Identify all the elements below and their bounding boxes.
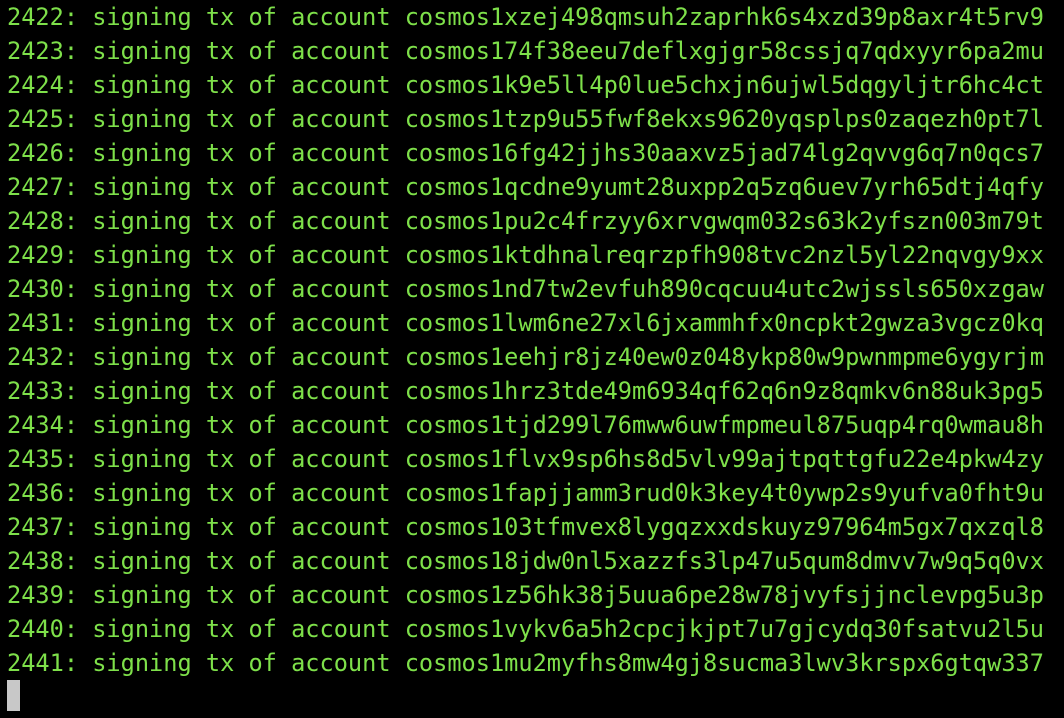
terminal-line: 2428: signing tx of account cosmos1pu2c4… — [7, 207, 1044, 235]
prompt-line[interactable] — [7, 680, 1064, 714]
terminal-line: 2431: signing tx of account cosmos1lwm6n… — [7, 309, 1044, 337]
terminal-line: 2435: signing tx of account cosmos1flvx9… — [7, 445, 1044, 473]
terminal-line: 2433: signing tx of account cosmos1hrz3t… — [7, 377, 1044, 405]
terminal-line: 2429: signing tx of account cosmos1ktdhn… — [7, 241, 1044, 269]
terminal-line: 2426: signing tx of account cosmos16fg42… — [7, 139, 1044, 167]
terminal-line: 2437: signing tx of account cosmos103tfm… — [7, 513, 1044, 541]
terminal-line: 2424: signing tx of account cosmos1k9e5l… — [7, 71, 1044, 99]
terminal-line: 2423: signing tx of account cosmos174f38… — [7, 37, 1044, 65]
block-cursor — [7, 680, 20, 711]
terminal-line: 2436: signing tx of account cosmos1fapjj… — [7, 479, 1044, 507]
terminal-line: 2422: signing tx of account cosmos1xzej4… — [7, 3, 1044, 31]
terminal-line: 2441: signing tx of account cosmos1mu2my… — [7, 649, 1044, 677]
terminal-line: 2425: signing tx of account cosmos1tzp9u… — [7, 105, 1044, 133]
terminal-line: 2438: signing tx of account cosmos18jdw0… — [7, 547, 1044, 575]
terminal-window[interactable]: 2422: signing tx of account cosmos1xzej4… — [0, 0, 1064, 718]
terminal-line: 2430: signing tx of account cosmos1nd7tw… — [7, 275, 1044, 303]
terminal-line: 2427: signing tx of account cosmos1qcdne… — [7, 173, 1044, 201]
terminal-line: 2439: signing tx of account cosmos1z56hk… — [7, 581, 1044, 609]
terminal-line: 2440: signing tx of account cosmos1vykv6… — [7, 615, 1044, 643]
terminal-line: 2434: signing tx of account cosmos1tjd29… — [7, 411, 1044, 439]
terminal-line: 2432: signing tx of account cosmos1eehjr… — [7, 343, 1044, 371]
